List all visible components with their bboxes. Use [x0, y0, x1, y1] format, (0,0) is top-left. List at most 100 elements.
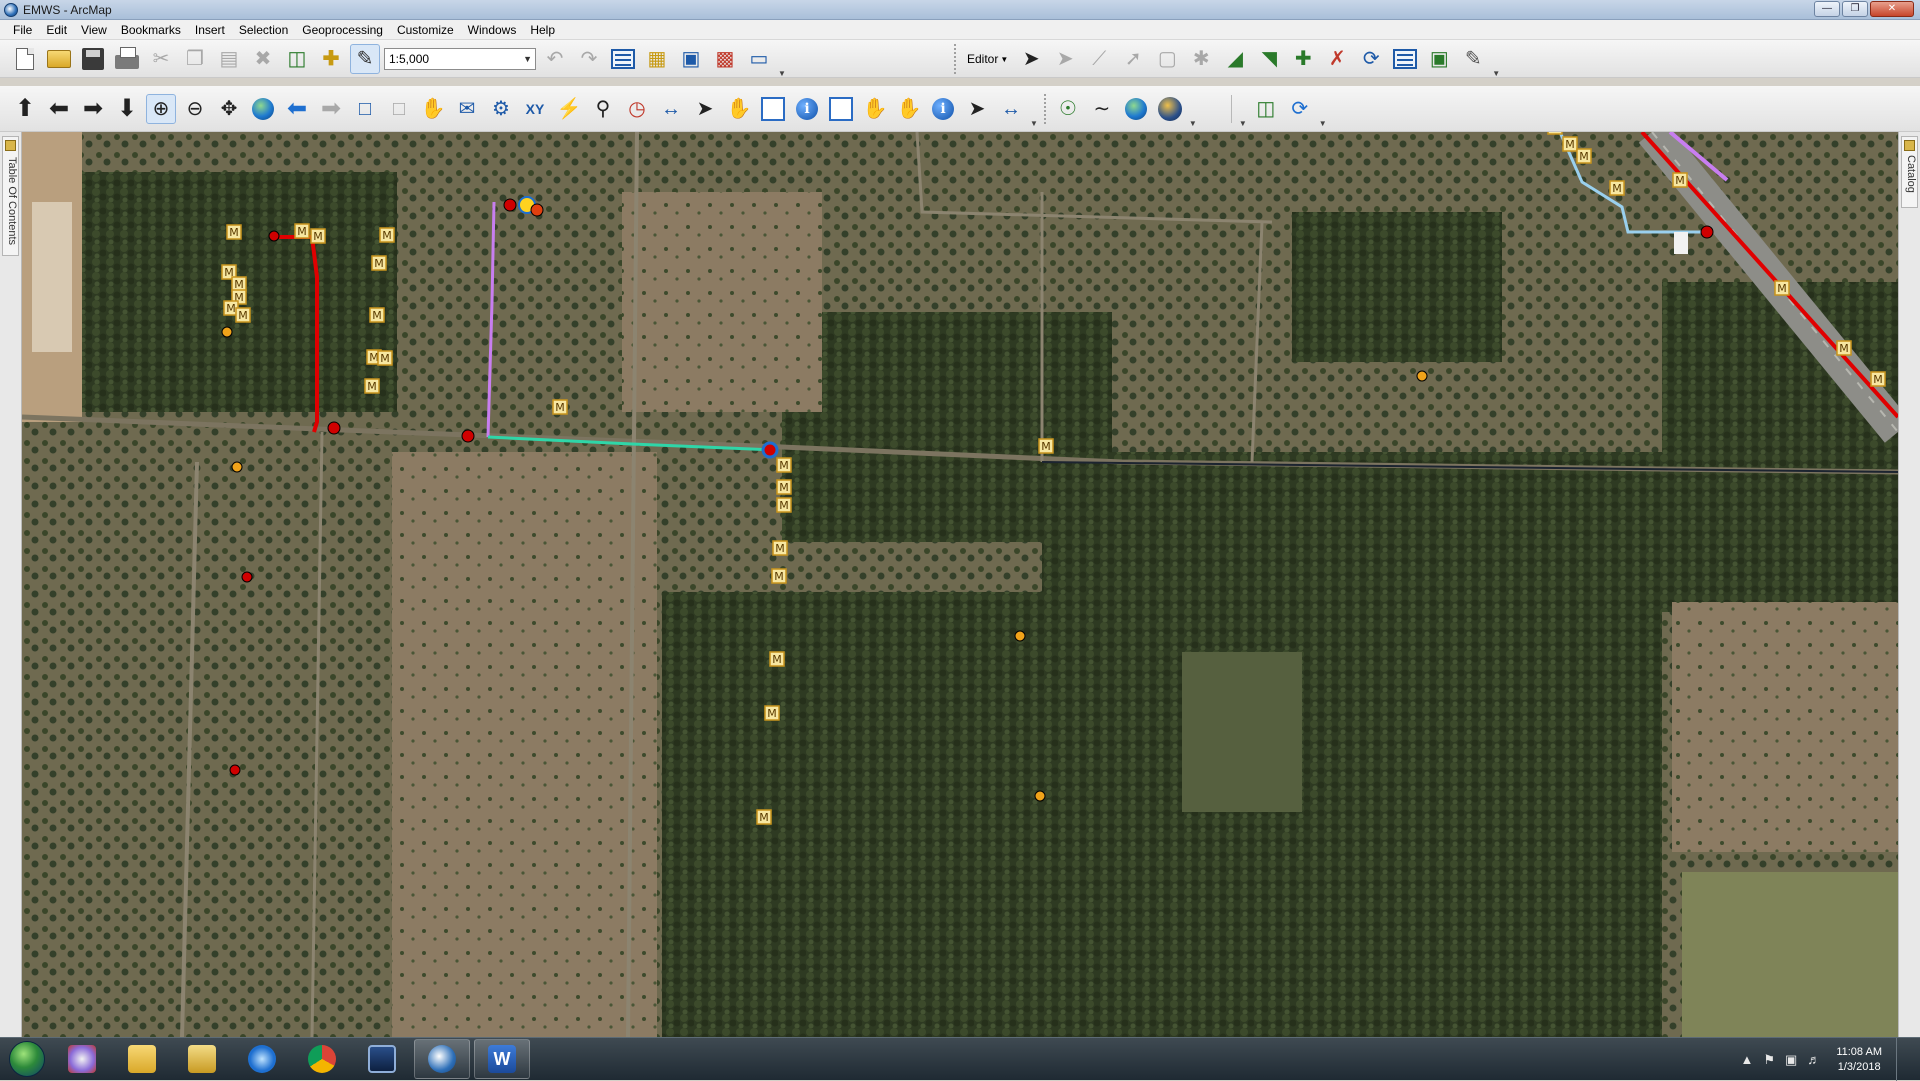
taskbar-arcmap-app[interactable] [414, 1039, 470, 1079]
cut-polygons-icon[interactable]: ✚ [1288, 44, 1318, 74]
meter-marker[interactable]: M [232, 277, 246, 291]
arctoolbox-icon[interactable]: ▩ [710, 44, 740, 74]
pan-down-icon[interactable]: ⬇ [112, 94, 142, 124]
add-data-icon[interactable]: ✚ [316, 44, 346, 74]
pan-hand-2-icon[interactable]: ✋ [724, 94, 754, 124]
zoom-out-icon[interactable]: ⊖ [180, 94, 210, 124]
show-hidden-icons-icon[interactable]: ▲ [1741, 1052, 1754, 1067]
show-desktop-button[interactable] [1896, 1038, 1908, 1081]
junction-point[interactable] [1701, 226, 1713, 238]
select-arrow-icon[interactable]: ➤ [962, 94, 992, 124]
service-point[interactable] [1417, 371, 1427, 381]
toolbar-options-icon[interactable]: ▼ [1319, 119, 1327, 128]
service-point[interactable] [1015, 631, 1025, 641]
system-clock[interactable]: 11:08 AM 1/3/2018 [1836, 1045, 1882, 1075]
maximize-button[interactable]: ❐ [1842, 1, 1868, 17]
trace-icon[interactable]: ▢ [1152, 44, 1182, 74]
refresh-icon[interactable]: ⟳ [1285, 94, 1315, 124]
rotate-tool-icon[interactable]: ⟳ [1356, 44, 1386, 74]
lightning-icon[interactable]: ⚡ [554, 94, 584, 124]
toolbar-options-icon[interactable]: ▼ [1189, 119, 1197, 128]
paste-icon[interactable]: ▤ [214, 44, 244, 74]
toolbar-options-icon[interactable]: ▼ [778, 69, 786, 78]
junction-point[interactable] [230, 765, 240, 775]
find-binoculars-icon[interactable]: ⚲ [588, 94, 618, 124]
overview-icon[interactable] [826, 94, 856, 124]
meter-marker[interactable]: M [1775, 281, 1789, 295]
full-extent-icon[interactable] [248, 94, 278, 124]
pan-right-icon[interactable]: ➡ [78, 94, 108, 124]
save-icon[interactable] [78, 44, 108, 74]
menu-selection[interactable]: Selection [232, 21, 295, 39]
menu-windows[interactable]: Windows [461, 21, 524, 39]
pan-up-icon[interactable]: ⬆ [10, 94, 40, 124]
junction-point[interactable] [269, 231, 279, 241]
attributes-icon[interactable] [1390, 44, 1420, 74]
meter-marker[interactable]: M [380, 228, 394, 242]
meter-marker[interactable]: M [1673, 173, 1687, 187]
delete-icon[interactable]: ✖ [248, 44, 278, 74]
action-center-flag-icon[interactable]: ⚑ [1763, 1052, 1775, 1068]
time-slider-icon[interactable]: ◷ [622, 94, 652, 124]
service-point[interactable] [222, 327, 232, 337]
meter-marker[interactable]: M [295, 224, 309, 238]
taskbar-remote-desktop-app[interactable] [354, 1039, 410, 1079]
toolbar-options-icon[interactable]: ▼ [1030, 119, 1038, 128]
end-point-arc-icon[interactable]: ➚ [1118, 44, 1148, 74]
taskbar-word-app[interactable]: W [474, 1039, 530, 1079]
hyperlink-icon[interactable]: ⚙ [486, 94, 516, 124]
table-of-contents-icon[interactable] [608, 44, 638, 74]
measure-2-icon[interactable]: ↔ [996, 94, 1026, 124]
geocode-icon[interactable] [1155, 94, 1185, 124]
meter-marker[interactable]: M [370, 308, 384, 322]
taskbar-libraries-app[interactable] [114, 1039, 170, 1079]
editor-menu-button[interactable]: Editor ▼ [963, 47, 1012, 71]
map-scale-combobox[interactable]: 1:5,000 ▼ [384, 48, 536, 70]
menu-help[interactable]: Help [523, 21, 562, 39]
magnifier-icon[interactable] [758, 94, 788, 124]
copy-icon[interactable]: ❐ [180, 44, 210, 74]
identify-icon[interactable]: i [792, 94, 822, 124]
menu-bookmarks[interactable]: Bookmarks [114, 21, 188, 39]
menu-view[interactable]: View [74, 21, 114, 39]
service-point[interactable] [1035, 791, 1045, 801]
meter-marker[interactable]: M [365, 379, 379, 393]
go-back-extent-icon[interactable]: ⬅ [282, 94, 312, 124]
service-point[interactable] [232, 462, 242, 472]
select-elements-icon[interactable]: ➤ [690, 94, 720, 124]
pan-hand-4-icon[interactable]: ✋ [894, 94, 924, 124]
select-features-icon[interactable]: □ [350, 94, 380, 124]
pan-hand-icon[interactable]: ✋ [418, 94, 448, 124]
meter-marker[interactable]: M [777, 480, 791, 494]
split-tool-icon[interactable]: ✗ [1322, 44, 1352, 74]
sketch-properties-icon[interactable]: ▣ [1424, 44, 1454, 74]
toolbar-grip[interactable] [954, 44, 957, 74]
meter-marker[interactable]: M [227, 225, 241, 239]
reshape-feature-icon[interactable]: ◥ [1254, 44, 1284, 74]
meter-marker[interactable]: M [1039, 439, 1053, 453]
toolbar-options-icon[interactable]: ▼ [1492, 69, 1500, 78]
meter-marker[interactable]: M [378, 351, 392, 365]
junction-point[interactable] [462, 430, 474, 442]
clear-selection-icon[interactable]: □ [384, 94, 414, 124]
menu-edit[interactable]: Edit [39, 21, 74, 39]
meter-marker[interactable]: M [765, 706, 779, 720]
minimize-button[interactable]: — [1814, 1, 1840, 17]
create-features-icon[interactable]: ✎ [1458, 44, 1488, 74]
meter-marker[interactable]: M [372, 256, 386, 270]
edit-tool-icon[interactable]: ➤ [1016, 44, 1046, 74]
pan-left-icon[interactable]: ⬅ [44, 94, 74, 124]
volume-icon[interactable]: ♬ [1807, 1052, 1820, 1067]
fixed-zoom-icon[interactable]: ✥ [214, 94, 244, 124]
meter-marker[interactable]: M [1548, 132, 1562, 134]
network-analyst-icon[interactable] [1121, 94, 1151, 124]
taskbar-chrome-app[interactable] [294, 1039, 350, 1079]
editor-toolbar-icon[interactable]: ✎ [350, 44, 380, 74]
junction-point[interactable] [504, 199, 516, 211]
meter-marker[interactable]: M [311, 229, 325, 243]
toolbar-options-icon[interactable]: ▼ [1239, 119, 1247, 128]
menu-insert[interactable]: Insert [188, 21, 232, 39]
geometric-network-icon[interactable]: ◫ [282, 44, 312, 74]
open-folder-icon[interactable] [44, 44, 74, 74]
network-icon[interactable]: ▣ [1785, 1052, 1797, 1068]
